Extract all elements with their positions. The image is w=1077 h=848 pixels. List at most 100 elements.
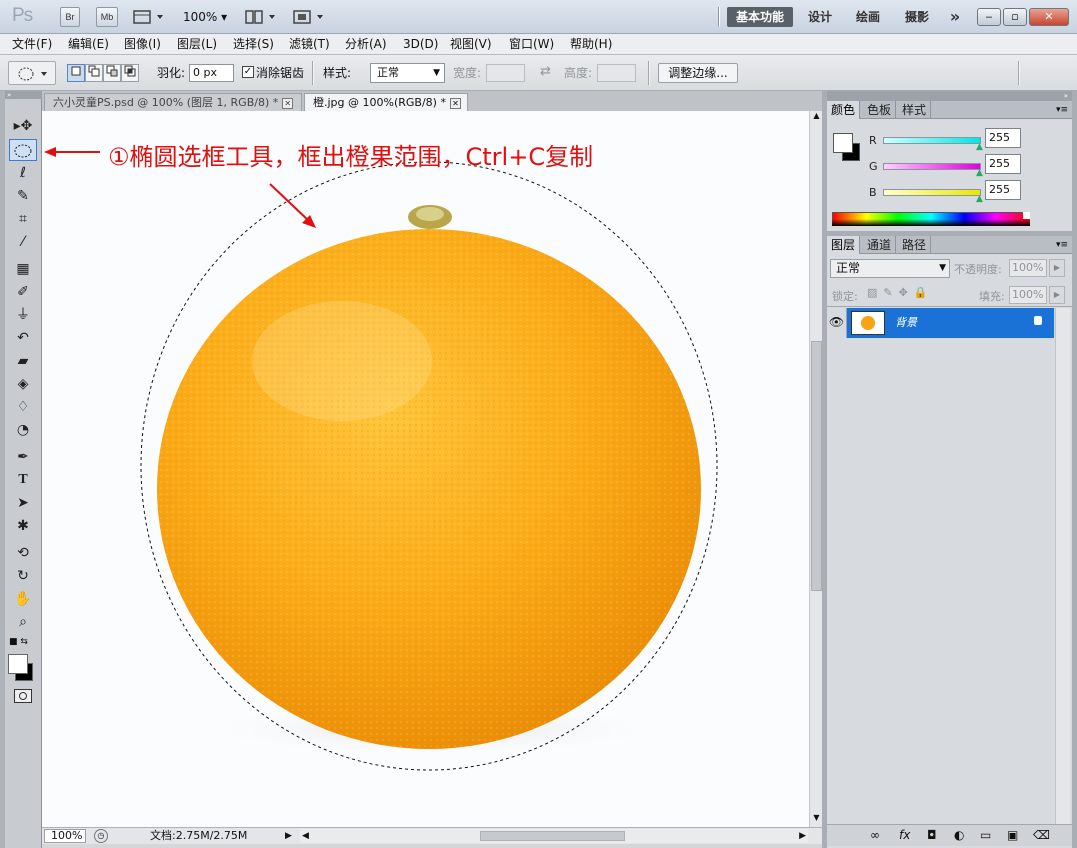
slider-thumb-icon[interactable]: ▲	[976, 142, 983, 152]
blend-mode-select[interactable]: 正常 ▼	[830, 259, 950, 278]
new-selection-button[interactable]	[67, 64, 85, 82]
fill-slider-icon[interactable]: ▶	[1049, 286, 1065, 304]
menu-help[interactable]: 帮助(H)	[570, 34, 612, 55]
workspace-photography[interactable]: 摄影	[897, 7, 937, 27]
tab-styles[interactable]: 样式	[898, 101, 932, 119]
quick-mask-icon[interactable]	[14, 689, 32, 703]
scroll-down-icon[interactable]: ▼	[811, 813, 822, 825]
status-menu-icon[interactable]: ▶	[285, 829, 292, 843]
zoom-field[interactable]: 100%	[44, 829, 86, 843]
scroll-up-icon[interactable]: ▲	[811, 111, 822, 123]
shape-tool-icon[interactable]: ✱	[9, 515, 37, 537]
pen-tool-icon[interactable]: ✒	[9, 446, 37, 468]
horizontal-scroll-thumb[interactable]	[480, 831, 625, 841]
link-layers-icon[interactable]: ∞	[870, 828, 880, 842]
vertical-scrollbar[interactable]: ▲ ▼	[809, 111, 822, 827]
channel-b-input[interactable]: 255	[985, 180, 1021, 200]
workspace-essentials[interactable]: 基本功能	[727, 7, 793, 27]
tool-preset-picker[interactable]	[8, 61, 56, 85]
close-tab-icon[interactable]: ✕	[282, 98, 294, 109]
tab-paths[interactable]: 路径	[898, 236, 932, 254]
blur-tool-icon[interactable]: ♢	[9, 396, 37, 418]
screen-mode-dropdown[interactable]	[293, 9, 327, 25]
adjustment-layer-icon[interactable]: ◐	[954, 828, 964, 842]
bridge-button[interactable]: Br	[60, 7, 80, 27]
zoom-dropdown[interactable]: 100% ▾	[183, 9, 233, 25]
close-button[interactable]: ✕	[1029, 8, 1069, 26]
tab-swatches[interactable]: 色板	[863, 101, 897, 119]
panel-collapse-icon[interactable]: »	[5, 91, 42, 99]
view-extras-dropdown[interactable]	[133, 9, 167, 25]
add-mask-icon[interactable]: ◘	[927, 828, 937, 842]
eyedropper-tool-icon[interactable]: ⁄	[9, 231, 37, 253]
eye-icon[interactable]: 👁	[827, 308, 847, 338]
subtract-selection-button[interactable]	[103, 64, 121, 82]
color-ramp-white[interactable]	[1023, 212, 1030, 219]
history-brush-tool-icon[interactable]: ↶	[9, 327, 37, 349]
channel-r-slider[interactable]	[883, 137, 981, 144]
layer-row-background[interactable]: 👁 背景	[827, 308, 1054, 338]
feather-input[interactable]: 0 px	[189, 64, 234, 82]
intersect-selection-button[interactable]	[121, 64, 139, 82]
new-layer-icon[interactable]: ▣	[1007, 828, 1018, 842]
brush-tool-icon[interactable]: ✐	[9, 281, 37, 303]
menu-file[interactable]: 文件(F)	[12, 34, 52, 55]
workspace-painting[interactable]: 绘画	[848, 7, 888, 27]
foreground-swatch[interactable]	[833, 133, 853, 153]
paint-bucket-tool-icon[interactable]: ◈	[9, 373, 37, 395]
tab-color[interactable]: 颜色	[827, 101, 861, 119]
opacity-input[interactable]: 100%	[1009, 259, 1047, 277]
tab-channels[interactable]: 通道	[863, 236, 897, 254]
path-selection-tool-icon[interactable]: ➤	[9, 492, 37, 514]
fx-icon[interactable]: fx	[899, 828, 910, 842]
width-input[interactable]	[486, 64, 525, 82]
menu-edit[interactable]: 编辑(E)	[68, 34, 109, 55]
layer-name[interactable]: 背景	[895, 308, 917, 338]
opacity-slider-icon[interactable]: ▶	[1049, 259, 1065, 277]
height-input[interactable]	[597, 64, 636, 82]
delete-layer-icon[interactable]: ⌫	[1033, 828, 1050, 842]
status-info-icon[interactable]: ◷	[94, 829, 108, 843]
scroll-left-icon[interactable]: ◀	[302, 829, 309, 843]
lock-options-icons[interactable]: ▨✎✥🔒	[867, 286, 934, 299]
slider-thumb-icon[interactable]: ▲	[976, 194, 983, 204]
menu-image[interactable]: 图像(I)	[124, 34, 161, 55]
tab-layers[interactable]: 图层	[827, 236, 861, 254]
eraser-tool-icon[interactable]: ▰	[9, 350, 37, 372]
3d-orbit-tool-icon[interactable]: ↻	[9, 565, 37, 587]
fill-input[interactable]: 100%	[1009, 286, 1047, 304]
menu-layer[interactable]: 图层(L)	[177, 34, 217, 55]
lasso-tool-icon[interactable]: ℓ	[9, 162, 37, 184]
hand-tool-icon[interactable]: ✋	[9, 588, 37, 610]
zoom-tool-icon[interactable]: ⌕	[9, 611, 37, 633]
close-tab-icon[interactable]: ✕	[449, 98, 461, 109]
channel-b-slider[interactable]	[883, 189, 981, 196]
quick-selection-tool-icon[interactable]: ✎	[9, 185, 37, 207]
panel-menu-icon[interactable]: ▾≡	[1056, 236, 1068, 254]
move-tool-icon[interactable]: ▸✥	[9, 115, 37, 137]
arrange-documents-dropdown[interactable]	[245, 9, 279, 25]
scroll-right-icon[interactable]: ▶	[799, 829, 806, 843]
style-select[interactable]: 正常 ▼	[370, 63, 445, 83]
default-colors-icon[interactable]: ■ ⇆	[9, 637, 28, 647]
scroll-thumb[interactable]	[811, 341, 822, 591]
menu-filter[interactable]: 滤镜(T)	[289, 34, 330, 55]
tab-document-2[interactable]: 橙.jpg @ 100%(RGB/8) * ✕	[304, 93, 468, 111]
menu-analysis[interactable]: 分析(A)	[345, 34, 387, 55]
new-group-icon[interactable]: ▭	[980, 828, 991, 842]
horizontal-scrollbar[interactable]: ◀ ▶	[300, 829, 808, 843]
menu-select[interactable]: 选择(S)	[233, 34, 274, 55]
swap-dimensions-icon[interactable]: ⇄	[540, 64, 551, 79]
elliptical-marquee-tool-icon[interactable]	[9, 139, 37, 161]
antialias-checkbox[interactable]: ✓	[242, 66, 254, 78]
layers-scrollbar[interactable]	[1055, 308, 1070, 828]
tab-document-1[interactable]: 六小灵童PS.psd @ 100% (图层 1, RGB/8) * ✕	[44, 93, 302, 111]
dock-collapse-icon[interactable]: »	[827, 91, 1072, 101]
3d-rotate-tool-icon[interactable]: ⟲	[9, 542, 37, 564]
menu-view[interactable]: 视图(V)	[450, 34, 492, 55]
crop-tool-icon[interactable]: ⌗	[9, 208, 37, 230]
dodge-tool-icon[interactable]: ◔	[9, 419, 37, 441]
menu-3d[interactable]: 3D(D)	[403, 34, 438, 55]
channel-g-slider[interactable]	[883, 163, 981, 170]
foreground-color-swatch[interactable]	[8, 654, 28, 674]
